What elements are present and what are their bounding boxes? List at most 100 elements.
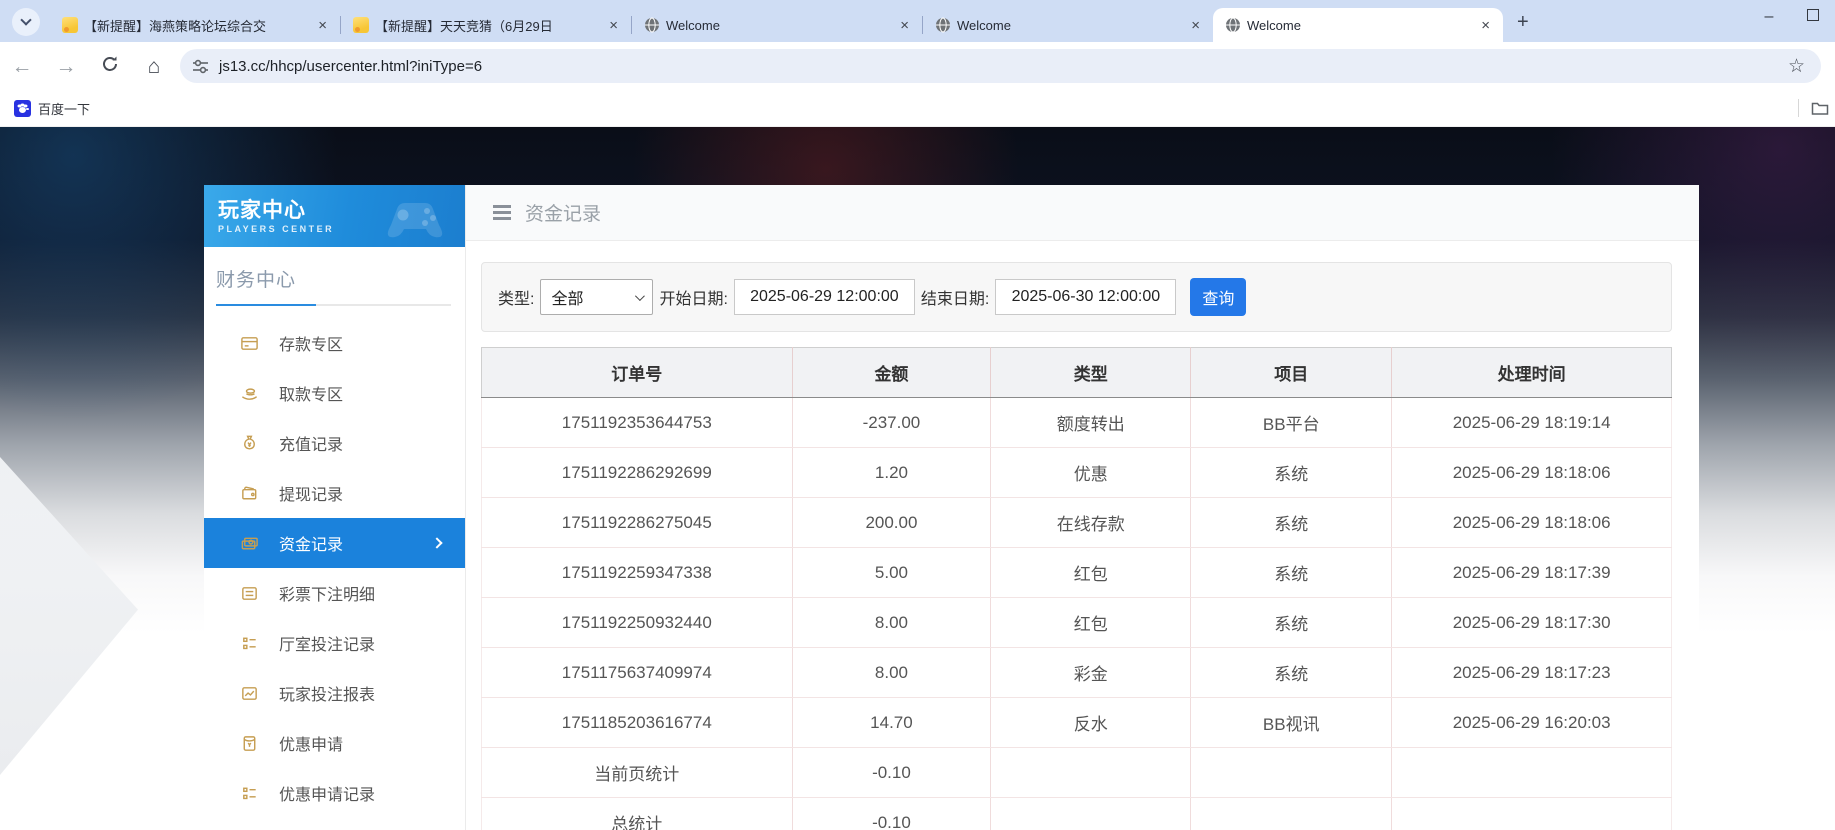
table-cell: 系统 <box>1190 647 1393 698</box>
browser-tab-4[interactable]: Welcome × <box>923 8 1213 42</box>
table-cell: 红包 <box>990 547 1192 598</box>
sidebar-item-withdrawal-records[interactable]: 提现记录 <box>204 468 465 518</box>
table-cell: 2025-06-29 16:20:03 <box>1391 697 1672 748</box>
browser-toolbar: ← → ⌂ js13.cc/hhcp/usercenter.html?iniTy… <box>0 42 1835 90</box>
table-cell: 2025-06-29 18:19:14 <box>1391 397 1672 448</box>
message-icon <box>353 17 369 33</box>
url-text[interactable]: js13.cc/hhcp/usercenter.html?iniType=6 <box>219 58 1788 75</box>
end-date-input[interactable]: 2025-06-30 12:00:00 <box>995 279 1177 315</box>
table-cell: 系统 <box>1190 547 1393 598</box>
table-row: 1751185203616774 14.70 反水 BB视讯 2025-06-2… <box>481 697 1672 748</box>
table-cell: 14.70 <box>791 697 992 748</box>
withdraw-hand-icon <box>241 387 258 400</box>
money-bag-icon <box>244 435 255 450</box>
browser-tab-5-active[interactable]: Welcome × <box>1213 8 1503 42</box>
home-button[interactable]: ⌂ <box>132 56 176 77</box>
filter-panel: 类型: 全部 开始日期: 2025-06-29 12:00:00 结束日期: 2… <box>481 262 1672 332</box>
table-cell: 2025-06-29 18:18:06 <box>1391 497 1672 548</box>
sidebar-item-lottery-bet-details[interactable]: 彩票下注明细 <box>204 568 465 618</box>
sidebar-section-title: 财务中心 <box>216 270 297 291</box>
type-select[interactable]: 全部 <box>540 279 654 315</box>
type-filter-label: 类型: <box>498 291 535 308</box>
table-cell: 1751192250932440 <box>481 597 793 648</box>
table-cell: -237.00 <box>791 397 992 448</box>
browser-tab-strip: 【新提醒】海燕策略论坛综合交 × 【新提醒】天天竞猜（6月29日 × Welco… <box>0 0 1835 42</box>
message-icon <box>62 17 78 33</box>
sidebar-banner: 玩家中心 PLAYERS CENTER <box>204 185 465 247</box>
sidebar-item-fund-records[interactable]: 资金记录 <box>204 518 465 568</box>
back-button[interactable]: ← <box>0 56 44 77</box>
sidebar-item-label: 厅室投注记录 <box>279 637 376 654</box>
sidebar-menu: 存款专区 取款专区 充值记录 提现记录 资金记录 彩票下注明细 厅室投注记录 玩… <box>204 318 465 818</box>
table-cell: 额度转出 <box>990 397 1192 448</box>
table-cell: 1.20 <box>791 447 992 498</box>
reload-button[interactable] <box>88 54 132 78</box>
maximize-button[interactable] <box>1791 8 1835 26</box>
baidu-paw-icon <box>14 99 31 117</box>
table-cell <box>1391 747 1672 798</box>
sidebar-item-label: 提现记录 <box>279 487 344 504</box>
sidebar-item-withdraw-zone[interactable]: 取款专区 <box>204 368 465 418</box>
table-header-row: 订单号 金额 类型 项目 处理时间 <box>481 347 1672 398</box>
table-row: 1751192353644753 -237.00 额度转出 BB平台 2025-… <box>481 397 1672 448</box>
sidebar-item-recharge-records[interactable]: 充值记录 <box>204 418 465 468</box>
site-settings-icon[interactable] <box>192 58 209 75</box>
address-bar[interactable]: js13.cc/hhcp/usercenter.html?iniType=6 ☆ <box>180 49 1821 83</box>
other-bookmarks-folder-icon[interactable] <box>1811 100 1829 116</box>
reload-icon <box>103 56 117 71</box>
sidebar-item-label: 资金记录 <box>279 537 344 554</box>
table-cell: 1751192286292699 <box>481 447 793 498</box>
table-cell: 1751175637409974 <box>481 647 793 698</box>
search-button[interactable]: 查询 <box>1190 278 1247 316</box>
minimize-button[interactable]: – <box>1747 8 1791 26</box>
tab-search-button[interactable] <box>12 8 40 36</box>
sidebar-item-promo-application-records[interactable]: 优惠申请记录 <box>204 768 465 818</box>
close-icon[interactable]: × <box>606 18 621 33</box>
sidebar-item-hall-bet-records[interactable]: 厅室投注记录 <box>204 618 465 668</box>
forward-button[interactable]: → <box>44 56 88 77</box>
sidebar-item-promo-application[interactable]: 优惠申请 <box>204 718 465 768</box>
wallet-icon <box>242 486 257 499</box>
close-icon[interactable]: × <box>1478 18 1493 33</box>
globe-icon <box>645 17 659 33</box>
table-cell: 当前页统计 <box>481 747 793 798</box>
start-date-input[interactable]: 2025-06-29 12:00:00 <box>733 279 915 315</box>
table-row: 1751175637409974 8.00 彩金 系统 2025-06-29 1… <box>481 647 1672 698</box>
table-cell: -0.10 <box>791 797 992 830</box>
new-tab-button[interactable]: + <box>1517 12 1529 32</box>
header-process-time: 处理时间 <box>1391 347 1672 398</box>
bookmarks-bar: 百度一下 <box>0 90 1835 127</box>
sidebar-item-label: 玩家投注报表 <box>279 687 376 704</box>
sidebar-item-label: 优惠申请 <box>279 737 344 754</box>
table-cell: 优惠 <box>990 447 1192 498</box>
bookmarks-separator <box>1798 99 1799 117</box>
table-cell: 1751192353644753 <box>481 397 793 448</box>
table-cell: 1751192259347338 <box>481 547 793 598</box>
header-type: 类型 <box>990 347 1192 398</box>
end-date-label: 结束日期: <box>920 291 990 308</box>
close-icon[interactable]: × <box>897 18 912 33</box>
tab-title: Welcome <box>957 17 1011 33</box>
chart-icon <box>242 686 257 700</box>
header-order-no: 订单号 <box>481 347 793 398</box>
sidebar-item-player-bet-report[interactable]: 玩家投注报表 <box>204 668 465 718</box>
deposit-card-icon <box>241 336 258 350</box>
table-cell: 在线存款 <box>990 497 1192 548</box>
content-header: 资金记录 <box>466 185 1699 241</box>
sidebar-item-deposit-zone[interactable]: 存款专区 <box>204 318 465 368</box>
bookmark-star-icon[interactable]: ☆ <box>1788 55 1805 78</box>
close-icon[interactable]: × <box>315 18 330 33</box>
close-icon[interactable]: × <box>1188 18 1203 33</box>
web-page: 玩家中心 PLAYERS CENTER 财务中心 存款专区 取款专区 充值记录 … <box>0 127 1835 830</box>
browser-tab-1[interactable]: 【新提醒】海燕策略论坛综合交 × <box>50 8 340 42</box>
player-center-sidebar: 玩家中心 PLAYERS CENTER 财务中心 存款专区 取款专区 充值记录 … <box>204 185 466 830</box>
table-cell: 2025-06-29 18:17:39 <box>1391 547 1672 598</box>
table-cell: 2025-06-29 18:17:23 <box>1391 647 1672 698</box>
hamburger-menu-icon[interactable] <box>493 206 511 219</box>
table-row: 1751192286292699 1.20 优惠 系统 2025-06-29 1… <box>481 447 1672 498</box>
bookmark-item-baidu[interactable]: 百度一下 <box>14 99 90 118</box>
table-cell <box>1190 747 1393 798</box>
browser-tab-2[interactable]: 【新提醒】天天竞猜（6月29日 × <box>341 8 631 42</box>
table-cell: 2025-06-29 18:17:30 <box>1391 597 1672 648</box>
browser-tab-3[interactable]: Welcome × <box>632 8 922 42</box>
